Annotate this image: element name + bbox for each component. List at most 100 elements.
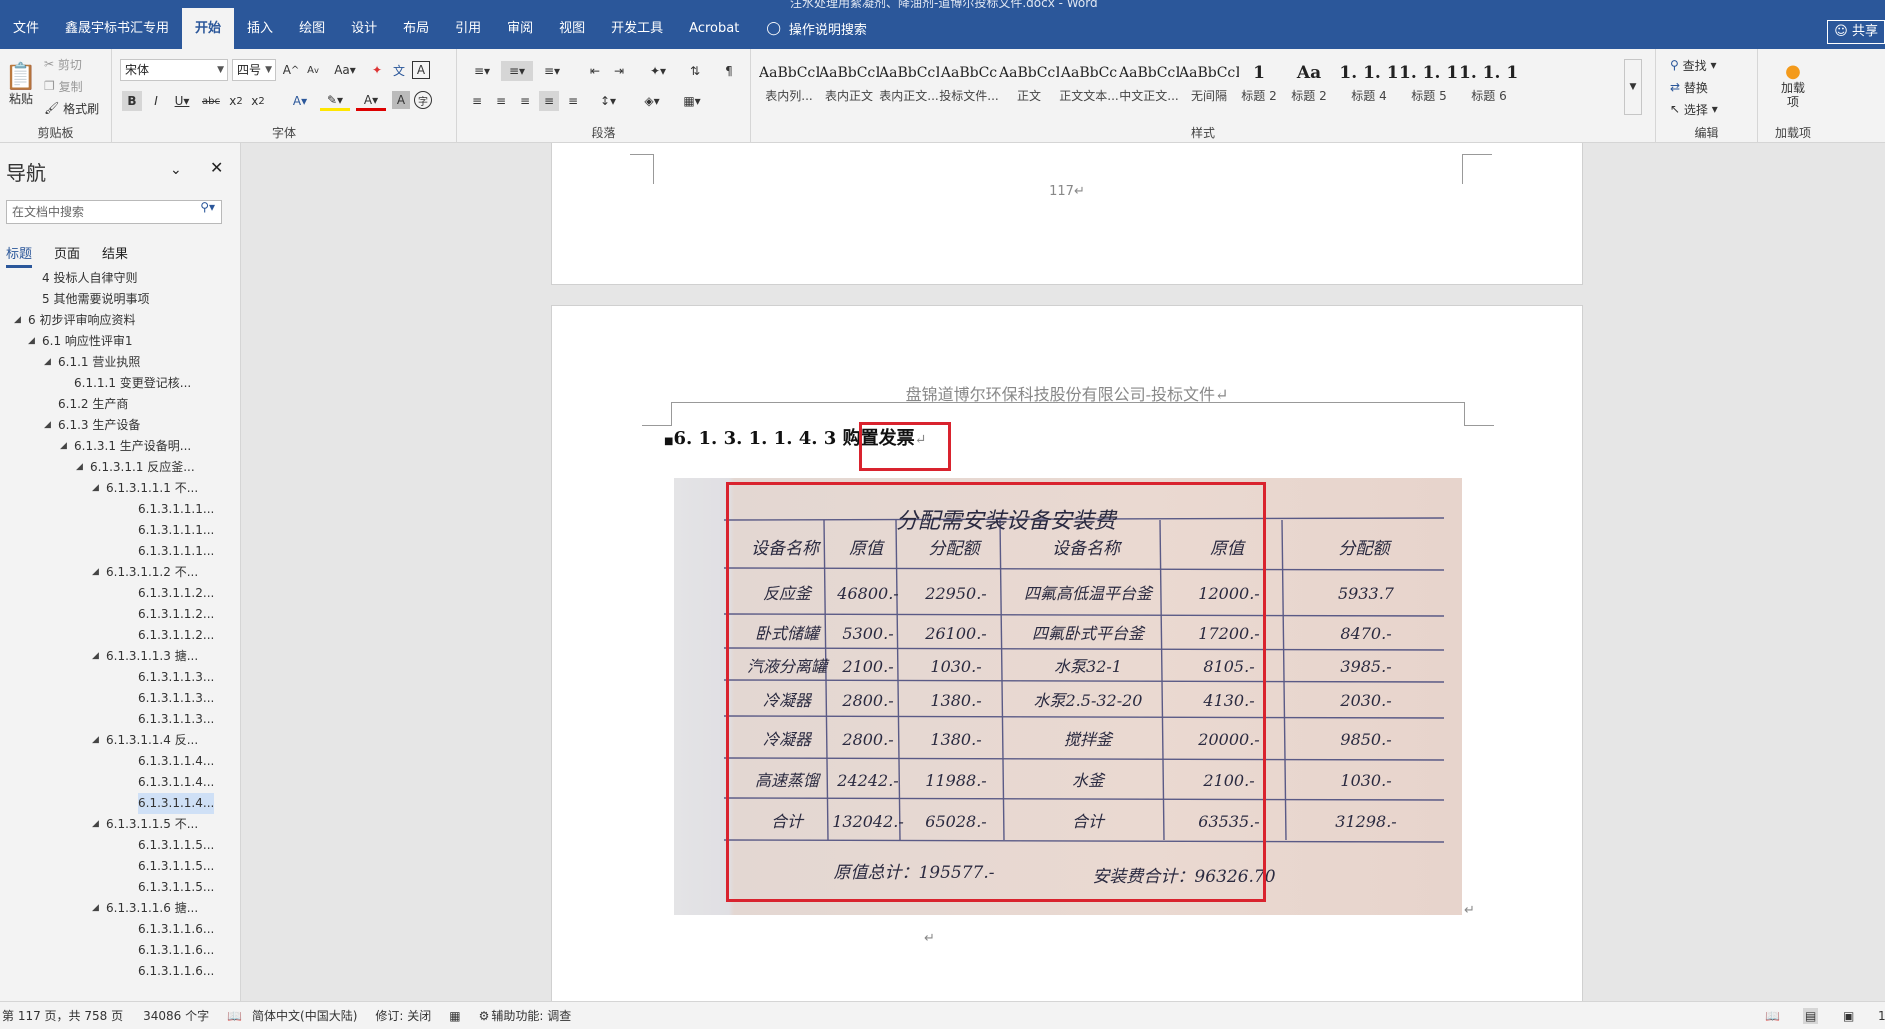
nav-tab-headings[interactable]: 标题 — [6, 243, 33, 268]
expand-triangle-icon[interactable]: ◢ — [92, 478, 99, 499]
nav-heading-item[interactable]: 6.1.3.1.1.2... — [0, 583, 241, 604]
nav-search-input[interactable]: 在文档中搜索 ⚲▾ — [6, 200, 222, 224]
style-gallery-item[interactable]: AaBbCcDd 中文正文... — [1119, 59, 1179, 115]
nav-heading-item[interactable]: 6.1.3.1.1.3... — [0, 667, 241, 688]
style-gallery-item[interactable]: AaBbCcD 表内列... — [759, 59, 819, 115]
nav-heading-item[interactable]: 6.1.3.1.1.2... — [0, 604, 241, 625]
replace-button[interactable]: ⇄ 替换 — [1670, 77, 1708, 97]
italic-button[interactable]: I — [146, 91, 166, 111]
char-border-icon[interactable]: A — [412, 61, 430, 79]
nav-heading-item[interactable]: 5 其他需要说明事项 — [0, 289, 241, 310]
expand-triangle-icon[interactable]: ◢ — [92, 730, 99, 751]
nav-heading-item[interactable]: ◢ 6 初步评审响应资料 — [0, 310, 241, 331]
nav-heading-item[interactable]: 6.1.3.1.1.4... — [0, 751, 241, 772]
select-button[interactable]: ↖ 选择 ▾ — [1670, 99, 1718, 119]
nav-heading-item[interactable]: 6.1.3.1.1.5... — [0, 877, 241, 898]
expand-triangle-icon[interactable]: ◢ — [92, 562, 99, 583]
numbering-button[interactable]: ≡▾ — [501, 61, 533, 81]
status-zoom[interactable]: 13 — [1878, 1009, 1885, 1023]
underline-button[interactable]: U▾ — [170, 91, 194, 111]
nav-heading-item[interactable]: ◢ 6.1.3.1.1.6 搪... — [0, 898, 241, 919]
highlight-color-button[interactable]: ✎▾ — [320, 91, 350, 111]
read-mode-icon[interactable]: 📖 — [1765, 1010, 1780, 1022]
close-icon[interactable]: ✕ — [210, 160, 223, 176]
search-icon[interactable]: ⚲▾ — [200, 201, 215, 213]
nav-heading-item[interactable]: 6.1.3.1.1.3... — [0, 688, 241, 709]
subscript-button[interactable]: x2 — [226, 91, 246, 111]
nav-heading-item[interactable]: 6.1.3.1.1.6... — [0, 961, 241, 982]
font-color-button[interactable]: A▾ — [356, 91, 386, 111]
nav-heading-item[interactable]: 6.1.3.1.1.6... — [0, 940, 241, 961]
nav-heading-item[interactable]: ◢ 6.1.3.1 生产设备明... — [0, 436, 241, 457]
change-case-button[interactable]: Aa▾ — [330, 61, 360, 79]
nav-heading-item[interactable]: 6.1.3.1.1.5... — [0, 856, 241, 877]
nav-heading-item[interactable]: 6.1.3.1.1.1... — [0, 499, 241, 520]
tab-view[interactable]: 视图 — [546, 8, 598, 49]
expand-triangle-icon[interactable]: ◢ — [28, 331, 35, 352]
sort-icon[interactable]: ⇅ — [685, 61, 705, 81]
grow-font-button[interactable]: A ^ — [282, 61, 300, 79]
style-gallery-item[interactable]: AaBbCc 投标文件... — [939, 59, 999, 115]
nav-tab-pages[interactable]: 页面 — [54, 243, 80, 268]
share-button[interactable]: ☺ 共享 — [1827, 20, 1885, 44]
font-name-combo[interactable]: 宋体 ▼ — [120, 59, 228, 81]
print-layout-icon[interactable]: ▤ — [1803, 1007, 1819, 1024]
phonetic-guide-icon[interactable]: 文 — [390, 61, 408, 79]
expand-triangle-icon[interactable]: ◢ — [92, 814, 99, 835]
tab-review[interactable]: 审阅 — [494, 8, 546, 49]
expand-triangle-icon[interactable]: ◢ — [14, 310, 21, 331]
status-accessibility[interactable]: 辅助功能: 调查 — [491, 1007, 571, 1024]
style-gallery-item[interactable]: 1. 1. 1 标题 4 — [1339, 59, 1399, 115]
find-button[interactable]: ⚲ 查找 ▾ — [1670, 55, 1716, 75]
expand-triangle-icon[interactable]: ◢ — [92, 898, 99, 919]
style-gallery-item[interactable]: AaBbCc 正文文本... — [1059, 59, 1119, 115]
expand-triangle-icon[interactable]: ◢ — [44, 415, 51, 436]
nav-heading-item[interactable]: ◢ 6.1.3.1.1.1 不... — [0, 478, 241, 499]
nav-heading-item[interactable]: 6.1.1.1 变更登记核... — [0, 373, 241, 394]
proofing-icon[interactable]: 📖 — [227, 1010, 242, 1022]
tell-me-search[interactable]: ◯ 操作说明搜索 — [766, 19, 867, 38]
nav-heading-item[interactable]: 6.1.3.1.1.4... — [0, 793, 241, 814]
status-word-count[interactable]: 34086 个字 — [143, 1007, 209, 1024]
style-gallery-item[interactable]: 1. 1. 1. 标题 6 — [1459, 59, 1519, 115]
nav-heading-item[interactable]: ◢ 6.1.3 生产设备 — [0, 415, 241, 436]
nav-heading-item[interactable]: ◢ 6.1.1 营业执照 — [0, 352, 241, 373]
increase-indent-icon[interactable]: ⇥ — [609, 61, 629, 81]
tab-design[interactable]: 设计 — [338, 8, 390, 49]
bold-button[interactable]: B — [122, 91, 142, 111]
tab-acrobat[interactable]: Acrobat — [676, 8, 752, 49]
shrink-font-button[interactable]: Av — [304, 61, 322, 79]
format-painter-button[interactable]: 🖌 格式刷 — [44, 99, 99, 117]
nav-heading-item[interactable]: 6.1.3.1.1.1... — [0, 520, 241, 541]
status-track-changes[interactable]: 修订: 关闭 — [375, 1007, 431, 1024]
nav-heading-item[interactable]: ◢ 6.1.3.1.1.2 不... — [0, 562, 241, 583]
copy-button[interactable]: ❐ 复制 — [44, 77, 83, 95]
font-size-combo[interactable]: 四号 ▼ — [232, 59, 276, 81]
tab-layout[interactable]: 布局 — [390, 8, 442, 49]
superscript-button[interactable]: x2 — [248, 91, 268, 111]
style-gallery-item[interactable]: 1 标题 2 — [1239, 59, 1279, 115]
style-gallery-item[interactable]: AaBbCcDd 无间隔 — [1179, 59, 1239, 115]
nav-heading-item[interactable]: ◢ 6.1.3.1.1 反应釜... — [0, 457, 241, 478]
macro-icon[interactable]: ▦ — [449, 1010, 460, 1022]
style-gallery-item[interactable]: 1. 1. 1. 标题 5 — [1399, 59, 1459, 115]
strikethrough-button[interactable]: abc — [200, 91, 222, 111]
shading-button[interactable]: ◈▾ — [637, 91, 667, 111]
load-addins-button[interactable]: ● 加载项 — [1772, 55, 1814, 117]
nav-heading-item[interactable]: 6.1.3.1.1.5... — [0, 835, 241, 856]
nav-heading-item[interactable]: 4 投标人自律守则 — [0, 268, 241, 289]
expand-triangle-icon[interactable]: ◢ — [60, 436, 67, 457]
status-page[interactable]: 第 117 页，共 758 页 — [2, 1007, 123, 1024]
tab-insert[interactable]: 插入 — [234, 8, 286, 49]
tab-developer[interactable]: 开发工具 — [598, 8, 676, 49]
expand-triangle-icon[interactable]: ◢ — [76, 457, 83, 478]
char-shading-icon[interactable]: A — [392, 91, 410, 109]
multilevel-list-button[interactable]: ≡▾ — [537, 61, 567, 81]
nav-heading-item[interactable]: 6.1.3.1.1.2... — [0, 625, 241, 646]
tab-home[interactable]: 开始 — [182, 8, 235, 49]
clear-format-icon[interactable]: ✦ — [368, 61, 386, 79]
accessibility-icon[interactable]: ⚙ — [479, 1010, 490, 1022]
borders-button[interactable]: ▦▾ — [677, 91, 707, 111]
status-language[interactable]: 简体中文(中国大陆) — [252, 1007, 357, 1024]
style-gallery-item[interactable]: Aa 标题 2 — [1279, 59, 1339, 115]
